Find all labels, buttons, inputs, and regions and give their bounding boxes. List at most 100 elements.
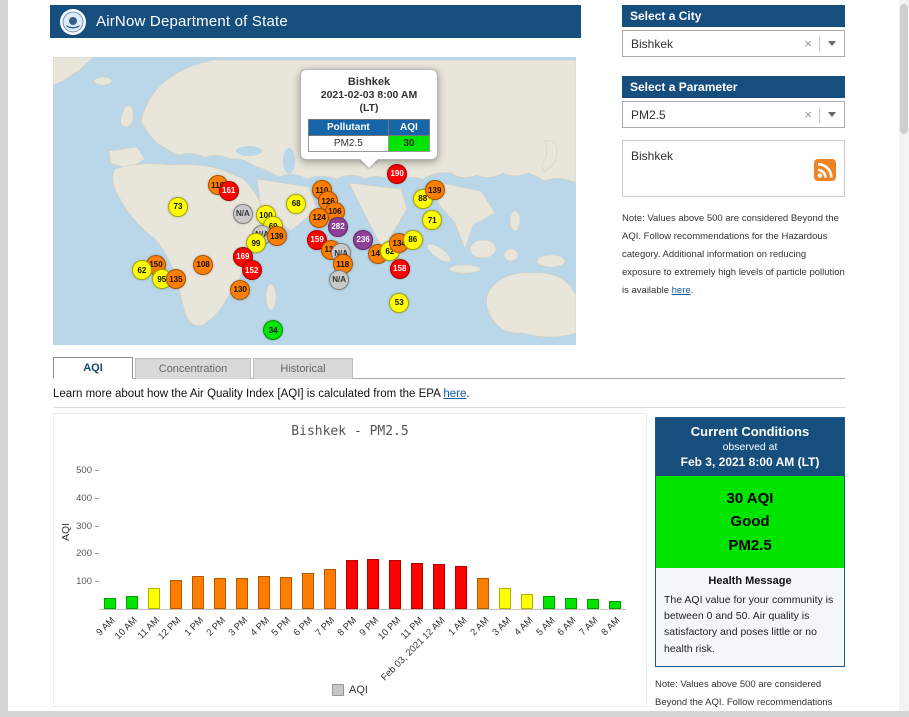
app-title: AirNow Department of State xyxy=(96,13,288,30)
rss-icon[interactable] xyxy=(814,159,836,181)
aqi-marker[interactable]: 139 xyxy=(425,180,445,200)
x-tick-label: 5 AM xyxy=(534,615,557,638)
popup-pointer xyxy=(360,159,378,177)
chart-bar[interactable] xyxy=(258,576,270,609)
x-tick-label: 12 PM xyxy=(156,615,183,642)
aqi-marker[interactable]: 152 xyxy=(242,260,262,280)
x-tick-label: 3 PM xyxy=(226,615,249,638)
aqi-marker[interactable]: 108 xyxy=(193,255,213,275)
chart-bar[interactable] xyxy=(587,599,599,609)
divider xyxy=(819,36,820,52)
aqi-marker[interactable]: 158 xyxy=(390,259,410,279)
epa-text: Learn more about how the Air Quality Ind… xyxy=(53,388,443,400)
chart-bar[interactable] xyxy=(367,559,379,609)
chart-bar[interactable] xyxy=(126,596,138,609)
tab-historical[interactable]: Historical xyxy=(253,358,353,379)
y-tick-label: 300 xyxy=(58,521,92,532)
tab-aqi[interactable]: AQI xyxy=(53,357,133,379)
tab-concentration[interactable]: Concentration xyxy=(135,358,251,379)
view-tabs: AQIConcentrationHistorical xyxy=(53,357,845,379)
current-conditions: Current Conditions observed at Feb 3, 20… xyxy=(655,417,845,717)
aqi-marker[interactable]: 62 xyxy=(132,260,152,280)
sidebar-note: Note: Values above 500 are considered Be… xyxy=(622,210,845,300)
chart-bar[interactable] xyxy=(324,569,336,609)
chart-bar[interactable] xyxy=(565,598,577,609)
scrollbar-thumb[interactable] xyxy=(900,4,908,134)
y-tick-mark xyxy=(95,581,99,582)
x-tick-label: 4 PM xyxy=(248,615,271,638)
window-edge-left xyxy=(0,0,8,717)
chart-bar[interactable] xyxy=(455,566,467,609)
map-popup: Bishkek 2021-02-03 8:00 AM (LT) Pollutan… xyxy=(300,69,438,160)
popup-timezone: (LT) xyxy=(359,102,378,114)
aqi-marker[interactable]: 139 xyxy=(267,226,287,246)
aqi-marker[interactable]: 135 xyxy=(166,269,186,289)
aqi-marker[interactable]: 282 xyxy=(328,217,348,237)
x-tick-label: 10 AM xyxy=(113,615,140,642)
chart-bar[interactable] xyxy=(543,596,555,609)
aqi-marker[interactable]: 124 xyxy=(309,208,329,228)
chart-bar[interactable] xyxy=(433,564,445,609)
aqi-marker[interactable]: 73 xyxy=(168,197,188,217)
chart-bar[interactable] xyxy=(236,578,248,609)
aqi-marker[interactable]: 71 xyxy=(422,210,442,230)
aqi-marker[interactable]: 130 xyxy=(230,280,250,300)
chart-bar[interactable] xyxy=(411,563,423,609)
chart-bar[interactable] xyxy=(104,598,116,609)
x-tick-label: 7 PM xyxy=(314,615,337,638)
scrollbar[interactable] xyxy=(899,0,909,711)
x-tick-label: 11 AM xyxy=(135,615,161,641)
aqi-marker[interactable]: N/A xyxy=(233,204,253,224)
aqi-chart: Bishkek - PM2.5 AQI 1002003004005009 AM1… xyxy=(53,413,647,707)
x-tick-label: 1 PM xyxy=(182,615,205,638)
chart-bar[interactable] xyxy=(346,560,358,609)
city-select[interactable]: Bishkek × xyxy=(622,30,845,57)
chart-bar[interactable] xyxy=(170,580,182,609)
x-tick-label: 6 AM xyxy=(556,615,579,638)
chart-bar[interactable] xyxy=(302,573,314,609)
x-tick-label: 5 PM xyxy=(270,615,293,638)
chart-bar[interactable] xyxy=(609,601,621,609)
x-tick-label: 8 AM xyxy=(600,615,623,638)
world-map[interactable]: 1161617311012668100N/A69N/A1399910612428… xyxy=(53,57,576,345)
chevron-down-icon[interactable] xyxy=(828,41,836,46)
sidebar: Select a City Bishkek × Select a Paramet… xyxy=(622,5,845,300)
note-here-link[interactable]: here xyxy=(672,285,691,296)
chart-bar[interactable] xyxy=(192,576,204,609)
aqi-marker[interactable]: 68 xyxy=(286,194,306,214)
health-message-title: Health Message xyxy=(664,575,836,587)
chevron-down-icon[interactable] xyxy=(828,112,836,117)
aqi-marker[interactable]: 34 xyxy=(263,320,283,340)
aqi-marker[interactable]: 190 xyxy=(387,164,407,184)
app-header: AirNow Department of State xyxy=(50,5,581,38)
chart-bar[interactable] xyxy=(280,577,292,609)
rss-city-label: Bishkek xyxy=(631,149,673,163)
observed-at-label: observed at xyxy=(660,441,840,453)
chart-bar[interactable] xyxy=(214,578,226,609)
health-message: Health Message The AQI value for your co… xyxy=(656,568,844,666)
chart-bar[interactable] xyxy=(148,588,160,609)
x-tick-label: 10 PM xyxy=(376,615,403,642)
aqi-marker[interactable]: 161 xyxy=(219,181,239,201)
chart-bar[interactable] xyxy=(389,560,401,609)
popup-col-aqi: AQI xyxy=(388,120,429,136)
aqi-marker[interactable]: 53 xyxy=(389,293,409,313)
epa-here-link[interactable]: here xyxy=(443,388,466,400)
dos-seal-logo xyxy=(60,9,86,35)
aqi-marker[interactable]: 86 xyxy=(403,230,423,250)
divider xyxy=(819,107,820,123)
chart-bar[interactable] xyxy=(499,588,511,609)
page: AirNow Department of State xyxy=(0,0,909,717)
aqi-marker[interactable]: N/A xyxy=(329,270,349,290)
x-tick-label: 8 PM xyxy=(336,615,359,638)
popup-aqi-value: 30 xyxy=(388,136,429,152)
legend-label: AQI xyxy=(349,684,368,696)
chart-bar[interactable] xyxy=(477,578,489,609)
aqi-category: Good xyxy=(656,510,844,533)
chart-bar[interactable] xyxy=(521,594,533,609)
parameter-select[interactable]: PM2.5 × xyxy=(622,101,845,128)
observed-datetime: Feb 3, 2021 8:00 AM (LT) xyxy=(660,455,840,469)
chart-legend: AQI xyxy=(332,684,368,696)
parameter-clear-icon[interactable]: × xyxy=(797,107,819,122)
city-clear-icon[interactable]: × xyxy=(797,36,819,51)
